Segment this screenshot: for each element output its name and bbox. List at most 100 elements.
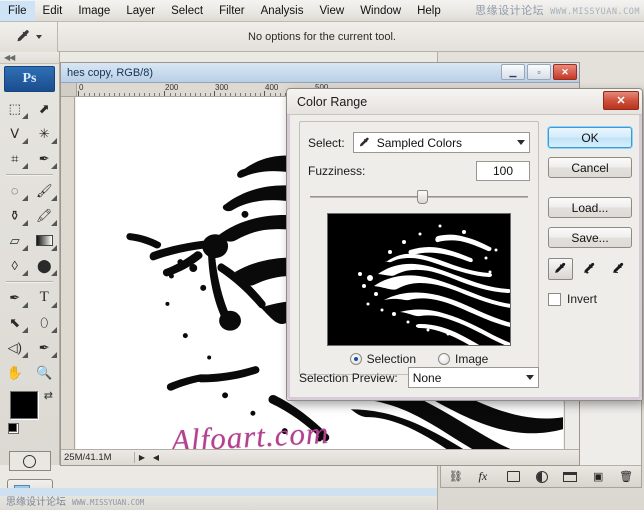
path-selection-tool[interactable]: ⬉ (0, 310, 30, 335)
notes-tool[interactable]: ◁) (0, 335, 30, 360)
watermark-url-text: WWW.MISSYUAN.COM (550, 7, 640, 17)
status-menu-arrow-icon[interactable]: ▶ (135, 453, 149, 462)
swap-colors-icon[interactable]: ⇄ (44, 389, 53, 402)
close-button[interactable]: ✕ (553, 64, 577, 80)
ruler-tick-0: 0 (79, 83, 83, 92)
blur-tool[interactable]: ◊ (0, 253, 30, 278)
restore-button[interactable]: ▫ (527, 64, 551, 80)
eyedropper-tool-secondary[interactable]: ✒ (30, 335, 60, 360)
dialog-close-button[interactable]: ✕ (603, 91, 639, 110)
zoom-tool[interactable]: 🔍 (30, 360, 60, 385)
add-layer-mask-icon[interactable] (507, 471, 520, 482)
fuzziness-input[interactable]: 100 (476, 161, 530, 181)
menu-analysis[interactable]: Analysis (253, 1, 312, 21)
menu-edit[interactable]: Edit (35, 1, 71, 21)
vertical-ruler[interactable] (61, 97, 75, 449)
menu-window[interactable]: Window (352, 1, 409, 21)
radio-image[interactable]: Image (438, 352, 488, 366)
eraser-tool[interactable]: ▱ (0, 228, 30, 253)
hand-tool[interactable]: ✋ (0, 360, 30, 385)
custom-shape-tool[interactable]: ⬯ (30, 310, 60, 335)
load-button[interactable]: Load... (548, 197, 632, 218)
toolbox: ◀◀ Ps ⬚ ⬈ 𝖵 ✳ ⌗ ✒ ◌ 🖌 ⚱ 🖍 ▱ ◊ ⬤ ✒ T ⬉ ⬯ … (0, 52, 60, 465)
watermark-chinese-text: 思缘设计论坛 (475, 2, 544, 18)
menu-select[interactable]: Select (163, 1, 211, 21)
eyedropper-icon: ✒ (39, 151, 50, 167)
invert-checkbox-row[interactable]: Invert (548, 292, 632, 306)
select-dropdown[interactable]: Sampled Colors (353, 132, 530, 153)
selection-preview-mask (328, 214, 511, 346)
clone-stamp-icon: ⚱ (9, 208, 20, 224)
gradient-tool[interactable] (30, 228, 60, 253)
eyedropper-add-icon[interactable] (577, 258, 602, 280)
photoshop-logo: Ps (4, 66, 55, 92)
selection-preview-thumbnail[interactable] (327, 213, 511, 346)
watermark-bottom: 思缘设计论坛 WWW.MISSYUAN.COM (6, 493, 144, 508)
save-button[interactable]: Save... (548, 227, 632, 248)
ok-button[interactable]: OK (548, 127, 632, 148)
brush-tool[interactable]: 🖌 (30, 178, 60, 203)
selection-preview-dropdown[interactable]: None (408, 367, 539, 388)
radio-image-dot[interactable] (438, 353, 450, 365)
magnifier-icon: 🔍 (36, 365, 52, 381)
toolbox-divider-1 (6, 174, 53, 175)
quick-mask-icon (23, 455, 36, 468)
rectangular-marquee-tool[interactable]: ⬚ (0, 96, 30, 121)
ruler-tick-200: 200 (165, 83, 178, 92)
radio-selection-dot[interactable] (350, 353, 362, 365)
type-tool[interactable]: T (30, 285, 60, 310)
toolbox-divider-2 (6, 281, 53, 282)
pen-tool[interactable]: ✒ (0, 285, 30, 310)
menu-image[interactable]: Image (70, 1, 118, 21)
move-tool[interactable]: ⬈ (30, 96, 60, 121)
tool-group-2: ◌ 🖌 ⚱ 🖍 ▱ ◊ ⬤ (0, 178, 59, 278)
invert-checkbox[interactable] (548, 293, 561, 306)
selection-preview-label: Selection Preview: (299, 371, 398, 385)
menu-file[interactable]: File (0, 1, 35, 21)
window-controls: ▁ ▫ ✕ (501, 64, 577, 80)
quick-mask-button[interactable] (9, 451, 51, 471)
chevron-down-icon[interactable] (526, 375, 534, 380)
magic-wand-tool[interactable]: ✳ (30, 121, 60, 146)
eyedropper-sample-icon[interactable] (548, 258, 573, 280)
color-range-group: Select: Sampled Colors Fuzziness: 100 (299, 121, 539, 375)
new-group-icon[interactable] (563, 472, 577, 482)
delete-layer-icon[interactable]: 🗑 (619, 470, 633, 483)
healing-brush-tool[interactable]: ◌ (0, 178, 30, 203)
radio-selection[interactable]: Selection (350, 352, 416, 366)
link-layers-icon[interactable]: ⛓ (449, 470, 463, 483)
crop-tool[interactable]: ⌗ (0, 146, 30, 171)
preview-mode-radios: Selection Image (308, 352, 530, 366)
cancel-button[interactable]: Cancel (548, 157, 632, 178)
toolbox-grip[interactable]: ◀◀ (0, 52, 59, 64)
chevron-down-icon[interactable] (517, 140, 525, 145)
minimize-button[interactable]: ▁ (501, 64, 525, 80)
slider-handle[interactable] (417, 190, 428, 204)
menu-help[interactable]: Help (409, 1, 449, 21)
layer-style-fx-icon[interactable]: fx (479, 469, 492, 484)
options-note: No options for the current tool. (0, 31, 644, 43)
eyedropper-icon: ✒ (39, 340, 50, 356)
clone-stamp-tool[interactable]: ⚱ (0, 203, 30, 228)
adjustment-layer-icon[interactable] (536, 471, 548, 483)
magic-wand-icon: ✳ (39, 126, 50, 142)
fuzziness-slider[interactable] (310, 189, 528, 205)
foreground-color-swatch[interactable] (10, 391, 38, 419)
document-titlebar[interactable]: hes copy, RGB/8) ▁ ▫ ✕ (61, 63, 579, 83)
menu-filter[interactable]: Filter (211, 1, 253, 21)
dialog-titlebar[interactable]: Color Range ✕ (287, 89, 642, 115)
dialog-button-column: OK Cancel Load... Save... (548, 127, 632, 306)
menu-view[interactable]: View (311, 1, 352, 21)
color-range-dialog: Color Range ✕ Select: Sampled Colors (286, 88, 643, 401)
menu-layer[interactable]: Layer (118, 1, 163, 21)
lasso-tool[interactable]: 𝖵 (0, 121, 30, 146)
new-layer-icon[interactable]: ▣ (593, 470, 603, 483)
default-colors-icon[interactable] (8, 423, 19, 434)
scroll-left-arrow-icon[interactable]: ◀ (149, 453, 163, 462)
eyedropper-subtract-icon[interactable] (606, 258, 631, 280)
selection-preview-row: Selection Preview: None (299, 367, 539, 388)
eyedropper-tool[interactable]: ✒ (30, 146, 60, 171)
audio-annotation-icon: ◁) (8, 340, 22, 356)
history-brush-tool[interactable]: 🖍 (30, 203, 60, 228)
dodge-tool[interactable]: ⬤ (30, 253, 60, 278)
